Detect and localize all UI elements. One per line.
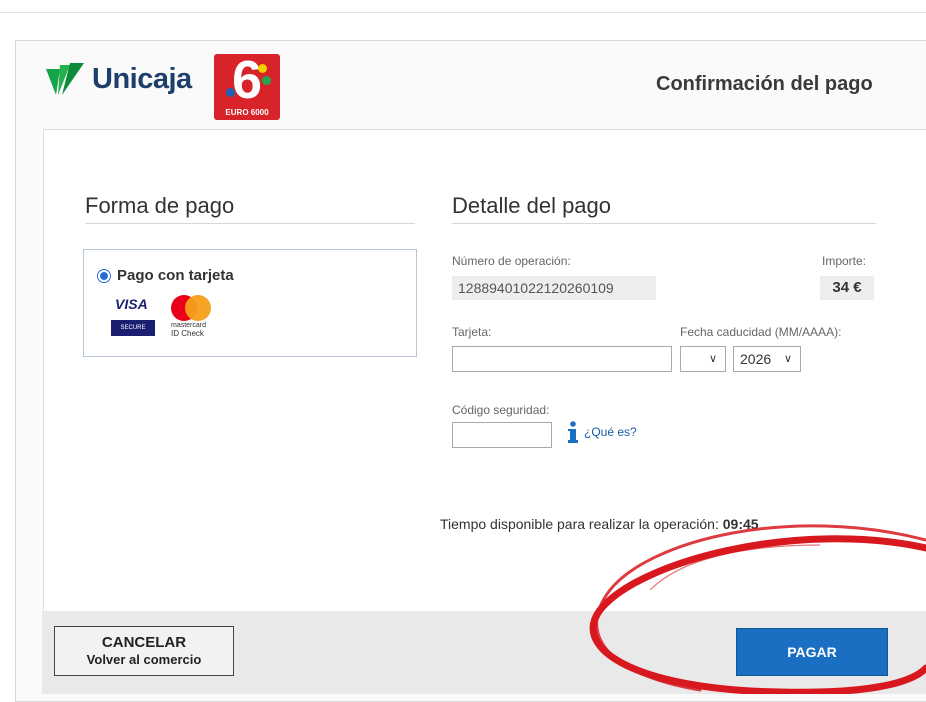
expiry-date-label: Fecha caducidad (MM/AAAA): [680,325,842,339]
mastercard-circle-orange [185,295,211,321]
remaining-time: Tiempo disponible para realizar la opera… [440,516,759,532]
radio-selected-icon[interactable] [97,269,111,283]
mastercard-id-check: ID Check [171,329,204,338]
euro6000-logo: 6 EURO 6000 [214,54,280,120]
card-payment-label[interactable]: Pago con tarjeta [117,267,234,284]
visa-band: SECURE [111,320,155,336]
euro6000-dot-blue [226,88,235,97]
operation-number-value: 12889401022120260109 [452,276,656,300]
remaining-time-value: 09:45 [722,516,759,532]
chevron-down-icon: ∨ [709,353,718,365]
euro6000-text: EURO 6000 [225,108,269,117]
mastercard-id-check-icon: mastercard ID Check [167,295,227,343]
top-divider [0,12,926,13]
operation-number-label: Número de operación: [452,254,571,268]
expiry-year-select[interactable]: 2026 ∨ [733,346,801,372]
payment-frame: Unicaja 6 EURO 6000 Confirmación del pag… [15,40,926,702]
payment-method-title: Forma de pago [85,193,235,218]
payment-detail-title: Detalle del pago [452,193,612,218]
card-payment-option[interactable]: Pago con tarjeta VISA SECURE mastercard … [83,249,417,357]
brand-name: Unicaja [92,62,192,95]
unicaja-logo-icon [46,63,84,95]
payment-detail-divider [452,223,876,224]
euro6000-dot-yellow [258,64,267,73]
pay-button[interactable]: PAGAR [736,628,888,676]
cancel-button-sublabel: Volver al comercio [86,652,202,667]
card-number-label: Tarjeta: [452,325,492,339]
info-icon[interactable] [566,421,580,443]
expiry-year-value: 2026 [740,351,772,367]
visa-word: VISA [115,296,148,312]
payment-method-divider [85,223,415,224]
payment-panel: Forma de pago Pago con tarjeta VISA SECU… [43,129,926,692]
what-is-security-code-link[interactable]: ¿Qué es? [584,425,637,439]
unicaja-logo: Unicaja [44,61,192,97]
security-code-input[interactable] [452,422,552,448]
security-code-label: Código seguridad: [452,403,550,417]
amount-value: 34 € [820,276,874,300]
euro6000-dot-green [262,76,271,85]
mastercard-text: mastercard ID Check [171,322,206,338]
page-title: Confirmación del pago [656,73,873,95]
cancel-button-label: CANCELAR [101,634,187,651]
cancel-button[interactable]: CANCELAR Volver al comercio [54,626,234,676]
chevron-down-icon: ∨ [784,353,793,365]
expiry-month-select[interactable]: ∨ [680,346,726,372]
card-number-input[interactable] [452,346,672,372]
amount-label: Importe: [822,254,867,268]
remaining-time-text: Tiempo disponible para realizar la opera… [440,516,719,532]
header: Unicaja 6 EURO 6000 Confirmación del pag… [16,41,926,129]
visa-secure-icon: VISA SECURE [111,296,155,338]
